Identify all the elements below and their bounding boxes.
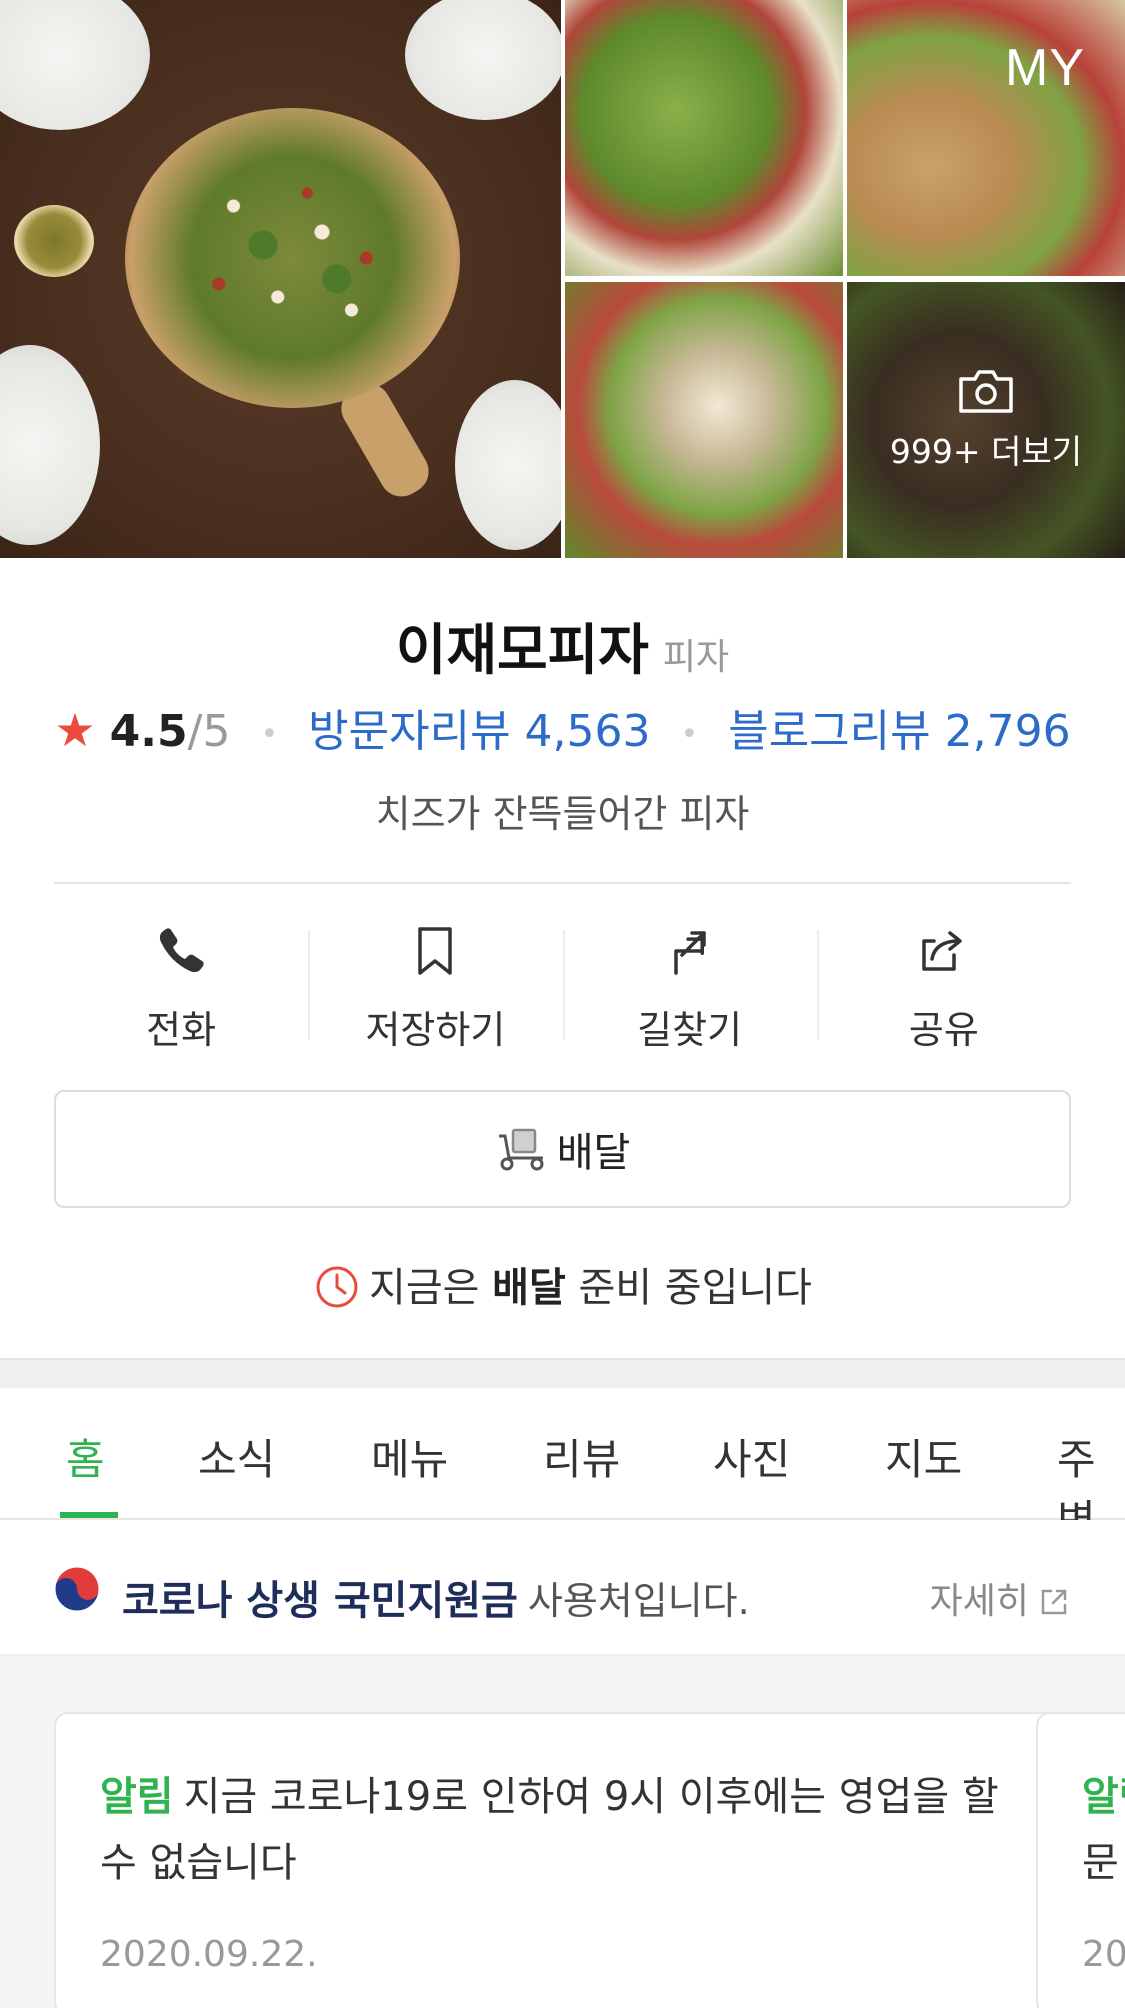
- card-body: 알림 문: [1082, 1764, 1125, 1896]
- plate-image: [455, 380, 561, 550]
- place-description: 치즈가 잔뜩들어간 피자: [375, 792, 750, 836]
- blog-reviews-link[interactable]: 블로그리뷰 2,796: [728, 706, 1070, 757]
- action-bar: 전화 저장하기 길찾기 공유: [54, 915, 1071, 1055]
- more-photos-label: 999+ 더보기: [889, 432, 1083, 471]
- tab-home[interactable]: 홈: [66, 1426, 105, 1487]
- tab-menu[interactable]: 메뉴: [371, 1426, 448, 1487]
- notice-title: 코로나 상생 국민지원금 사용처입니다.: [122, 1568, 750, 1626]
- tab-bar: 홈 소식 메뉴 리뷰 사진 지도 주변: [0, 1388, 1125, 1545]
- rating-row: ★ 4.5/5 • 방문자리뷰 4,563 • 블로그리뷰 2,796: [0, 695, 1125, 759]
- share-label: 공유: [908, 1008, 979, 1052]
- card-tag: 알림: [1082, 1774, 1125, 1820]
- visitor-reviews-link[interactable]: 방문자리뷰 4,563: [308, 706, 650, 757]
- bookmark-icon: [418, 927, 453, 975]
- place-title-row: 이재모피자 피자: [0, 605, 1125, 685]
- delivery-status: 지금은 배달 준비 중입니다: [0, 1255, 1125, 1313]
- delivery-button[interactable]: 배달: [54, 1090, 1071, 1208]
- share-icon: [922, 931, 962, 971]
- status-prefix: 지금은: [369, 1265, 480, 1311]
- section-gap: [0, 1358, 1125, 1388]
- main-photo[interactable]: [0, 0, 561, 558]
- call-button[interactable]: 전화: [54, 915, 308, 1055]
- notice-details-label: 자세히: [929, 1581, 1029, 1622]
- tab-photos[interactable]: 사진: [713, 1426, 790, 1487]
- plate-image: [0, 0, 150, 130]
- active-tab-indicator: [60, 1512, 118, 1518]
- government-emblem-icon: [54, 1566, 100, 1612]
- card-date: 2020.09.22.: [100, 1934, 318, 1975]
- rating-value: 4.5: [109, 706, 188, 757]
- clock-icon: [316, 1266, 358, 1308]
- place-name: 이재모피자: [395, 618, 649, 682]
- card-body: 알림 지금 코로나19로 인하여 9시 이후에는 영업을 할 수 없습니다: [100, 1764, 1020, 1896]
- tab-map[interactable]: 지도: [885, 1426, 962, 1487]
- notice-details-link[interactable]: 자세히: [930, 1572, 1071, 1624]
- tab-news[interactable]: 소식: [198, 1426, 275, 1487]
- notice-rest-text: 사용처입니다.: [527, 1579, 750, 1623]
- share-button[interactable]: 공유: [816, 915, 1071, 1055]
- status-bold: 배달: [492, 1265, 566, 1311]
- notice-bold-text: 코로나 상생 국민지원금: [122, 1578, 518, 1624]
- more-photos-button[interactable]: 999+ 더보기: [847, 282, 1125, 558]
- my-button[interactable]: MY: [1005, 38, 1085, 98]
- card-text: 지금 코로나19로 인하여 9시 이후에는 영업을 할 수 없습니다: [100, 1774, 999, 1886]
- card-date: 20: [1082, 1934, 1125, 1975]
- news-card[interactable]: 알림 문 20: [1036, 1712, 1125, 2008]
- call-label: 전화: [146, 1008, 217, 1052]
- card-tag: 알림: [100, 1774, 174, 1820]
- support-fund-notice: 코로나 상생 국민지원금 사용처입니다. 자세히: [0, 1520, 1125, 1656]
- directions-button[interactable]: 길찾기: [562, 915, 817, 1055]
- plate-image: [405, 0, 561, 120]
- star-icon: ★: [54, 703, 96, 757]
- status-suffix: 준비 중입니다: [578, 1265, 812, 1311]
- camera-icon: [959, 370, 1013, 413]
- photo-gallery: 999+ 더보기 MY: [0, 0, 1125, 558]
- delivery-scooter-icon: [498, 1128, 544, 1171]
- divider: [54, 882, 1071, 884]
- news-card[interactable]: 알림 지금 코로나19로 인하여 9시 이후에는 영업을 할 수 없습니다 202…: [54, 1712, 1066, 2008]
- tab-reviews[interactable]: 리뷰: [543, 1426, 620, 1487]
- rating-max: /5: [187, 706, 231, 757]
- plate-image: [0, 345, 100, 545]
- separator-dot: •: [260, 716, 279, 752]
- save-label: 저장하기: [365, 1008, 506, 1052]
- thumbnail-photo-1[interactable]: [565, 0, 843, 276]
- phone-icon: [160, 928, 204, 973]
- pizza-image: [125, 108, 460, 408]
- news-card-carousel: 알림 지금 코로나19로 인하여 9시 이후에는 영업을 할 수 없습니다 202…: [0, 1656, 1125, 2008]
- thumbnail-photo-3[interactable]: [565, 282, 843, 558]
- pickle-cup-image: [14, 205, 94, 277]
- directions-label: 길찾기: [637, 1008, 743, 1052]
- save-button[interactable]: 저장하기: [308, 915, 562, 1055]
- place-category: 피자: [662, 637, 730, 678]
- external-link-icon: [1041, 1589, 1067, 1615]
- directions-icon: [673, 931, 706, 975]
- delivery-label: 배달: [556, 1130, 631, 1176]
- separator-dot: •: [680, 716, 699, 752]
- card-text: 문: [1082, 1840, 1119, 1886]
